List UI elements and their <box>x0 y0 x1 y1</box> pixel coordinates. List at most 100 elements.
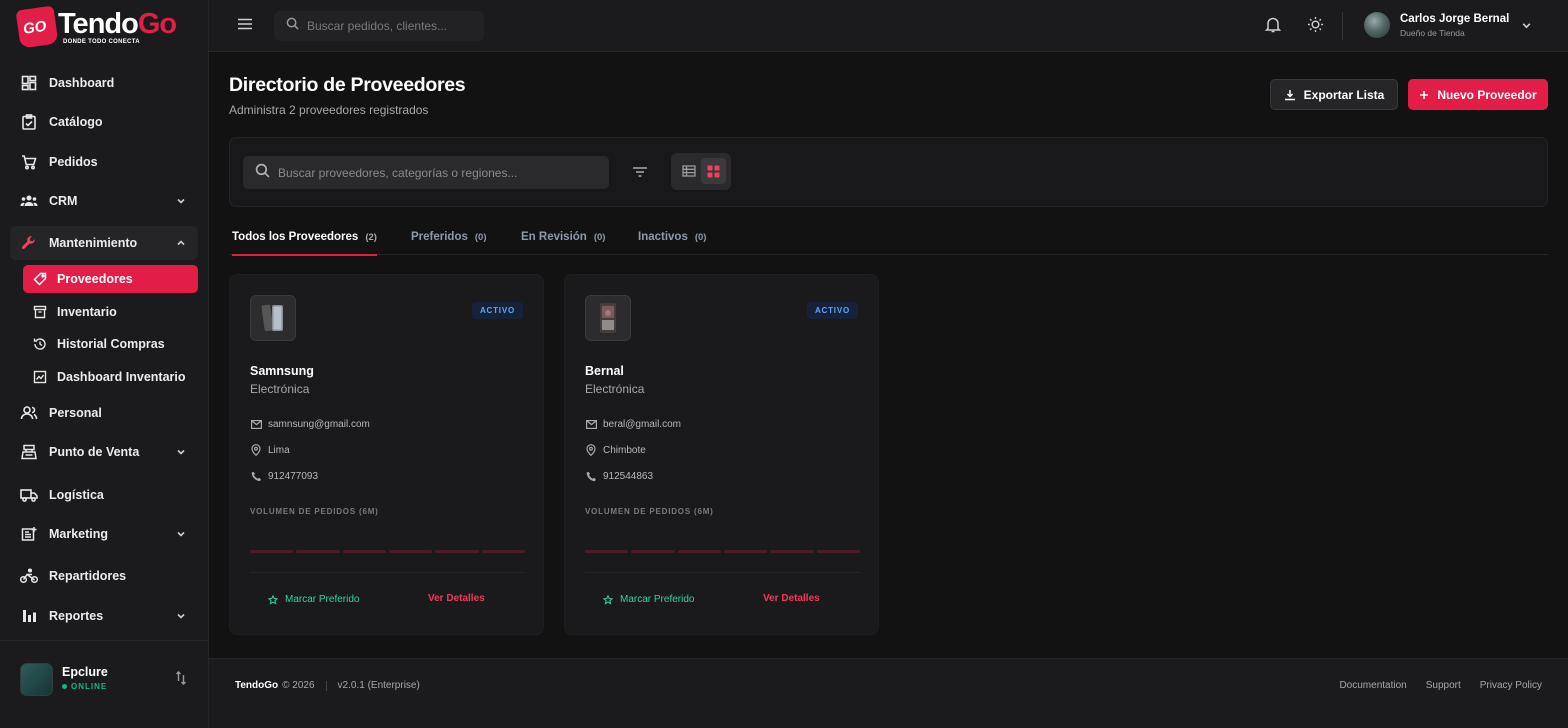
sidebar-item-punto-de-venta[interactable]: Punto de Venta <box>10 435 198 469</box>
volume-bar <box>585 550 629 553</box>
footer-brand: TendoGo <box>235 680 279 691</box>
card-divider <box>585 572 860 573</box>
sidebar-item-personal[interactable]: Personal <box>10 396 198 430</box>
tab-todos[interactable]: Todos los Proveedores (2) <box>232 219 377 256</box>
swap-icon[interactable] <box>175 671 187 690</box>
sidebar-subitem-inventario[interactable]: Inventario <box>23 298 198 326</box>
workspace-panel: Epclure ONLINE <box>0 640 209 728</box>
archive-icon <box>33 305 47 319</box>
truck-icon <box>20 486 38 504</box>
cart-icon <box>20 153 38 171</box>
footer-links: Documentation Support Privacy Policy <box>1339 680 1542 691</box>
volume-bar <box>435 550 479 553</box>
volume-bar <box>631 550 675 553</box>
clipboard-icon <box>20 113 38 131</box>
tag-icon <box>33 272 47 286</box>
phone-icon <box>250 470 262 482</box>
sidebar-item-repartidores[interactable]: Repartidores <box>10 559 198 593</box>
grid-view-icon[interactable] <box>701 158 726 184</box>
dashboard-icon <box>20 74 38 92</box>
volume-bar <box>770 550 814 553</box>
sidebar-item-dashboard[interactable]: Dashboard <box>10 66 198 100</box>
sidebar-item-reportes[interactable]: Reportes <box>10 599 198 633</box>
export-list-button[interactable]: Exportar Lista <box>1270 79 1398 110</box>
bell-icon[interactable] <box>1263 14 1283 34</box>
filter-icon[interactable] <box>630 162 650 182</box>
sidebar: GO TendoGo DONDE TODO CONECTA Dashboard … <box>0 0 209 728</box>
supplier-search[interactable] <box>243 156 609 189</box>
footer-link-privacy[interactable]: Privacy Policy <box>1480 680 1542 691</box>
mail-icon <box>585 418 597 430</box>
footer-link-documentation[interactable]: Documentation <box>1339 680 1406 691</box>
header-divider <box>1342 12 1343 40</box>
sidebar-subitem-historial-compras[interactable]: Historial Compras <box>23 330 198 358</box>
volume-label: VOLUMEN DE PEDIDOS (6M) <box>585 507 714 516</box>
supplier-name: Samnsung <box>250 364 314 378</box>
location-pin-icon <box>250 444 262 456</box>
volume-bar <box>816 550 860 553</box>
supplier-search-input[interactable] <box>278 165 598 180</box>
user-role: Dueño de Tienda <box>1400 28 1465 38</box>
supplier-thumbnail <box>585 295 631 341</box>
supplier-category: Electrónica <box>250 382 310 396</box>
sidebar-item-marketing[interactable]: Marketing <box>10 517 198 551</box>
star-icon <box>603 594 613 605</box>
workspace-avatar <box>20 663 53 696</box>
sidebar-item-crm[interactable]: CRM <box>10 184 198 218</box>
chevron-down-icon[interactable] <box>1521 18 1532 36</box>
sidebar-subitem-proveedores[interactable]: Proveedores <box>23 265 198 293</box>
page-footer: TendoGo © 2026 v2.0.1 (Enterprise) Docum… <box>209 658 1568 728</box>
sun-icon[interactable] <box>1305 14 1325 34</box>
global-search-input[interactable] <box>307 19 477 33</box>
footer-info: TendoGo © 2026 v2.0.1 (Enterprise) <box>235 680 420 691</box>
plus-icon <box>1419 90 1429 100</box>
supplier-card: ACTIVO Bernal Electrónica beral@gmail.co… <box>564 274 879 635</box>
news-icon <box>20 525 38 543</box>
view-details-button[interactable]: Ver Detalles <box>763 593 820 604</box>
supplier-category: Electrónica <box>585 382 645 396</box>
mark-preferred-button[interactable]: Marcar Preferido <box>268 594 359 605</box>
list-view-icon[interactable] <box>676 158 701 184</box>
mark-preferred-button[interactable]: Marcar Preferido <box>603 594 694 605</box>
history-icon <box>33 337 47 351</box>
supplier-name: Bernal <box>585 364 624 378</box>
user-avatar[interactable] <box>1364 12 1390 38</box>
tab-inactivos[interactable]: Inactivos (0) <box>638 219 706 255</box>
wrench-icon <box>20 234 38 252</box>
brand-logo[interactable]: GO TendoGo DONDE TODO CONECTA <box>15 5 188 49</box>
card-divider <box>250 572 525 573</box>
hamburger-menu-icon[interactable] <box>236 15 254 33</box>
volume-label: VOLUMEN DE PEDIDOS (6M) <box>250 507 379 516</box>
volume-bar <box>342 550 386 553</box>
chevron-down-icon <box>176 528 186 542</box>
supplier-email: samnsung@gmail.com <box>250 418 370 430</box>
bike-icon <box>20 567 38 585</box>
footer-link-support[interactable]: Support <box>1426 680 1461 691</box>
tab-preferidos[interactable]: Preferidos (0) <box>411 219 487 255</box>
users-icon <box>20 192 38 210</box>
bar-chart-icon <box>20 607 38 625</box>
app-root: GO TendoGo DONDE TODO CONECTA Dashboard … <box>0 0 1568 728</box>
volume-bar <box>723 550 768 553</box>
sidebar-item-pedidos[interactable]: Pedidos <box>10 145 198 179</box>
workspace-name: Epclure <box>62 665 108 679</box>
location-pin-icon <box>585 444 597 456</box>
star-icon <box>268 594 278 605</box>
tab-en-revision[interactable]: En Revisión (0) <box>521 219 605 255</box>
new-supplier-button[interactable]: Nuevo Proveedor <box>1408 79 1548 110</box>
register-icon <box>20 443 38 461</box>
sidebar-subitem-dashboard-inventario[interactable]: Dashboard Inventario <box>23 363 198 391</box>
view-details-button[interactable]: Ver Detalles <box>428 593 485 604</box>
global-search[interactable] <box>274 11 484 41</box>
status-badge: ACTIVO <box>471 302 523 319</box>
supplier-card: ACTIVO Samnsung Electrónica samnsung@gma… <box>229 274 544 635</box>
volume-bar <box>296 550 340 553</box>
supplier-location: Chimbote <box>585 444 646 456</box>
sidebar-item-mantenimiento[interactable]: Mantenimiento <box>10 226 198 260</box>
supplier-phone: 912477093 <box>250 470 318 482</box>
sidebar-item-catalogo[interactable]: Catálogo <box>10 105 198 139</box>
footer-separator <box>325 680 327 691</box>
search-icon <box>286 17 299 35</box>
sidebar-item-logistica[interactable]: Logística <box>10 478 198 512</box>
supplier-email: beral@gmail.com <box>585 418 681 430</box>
